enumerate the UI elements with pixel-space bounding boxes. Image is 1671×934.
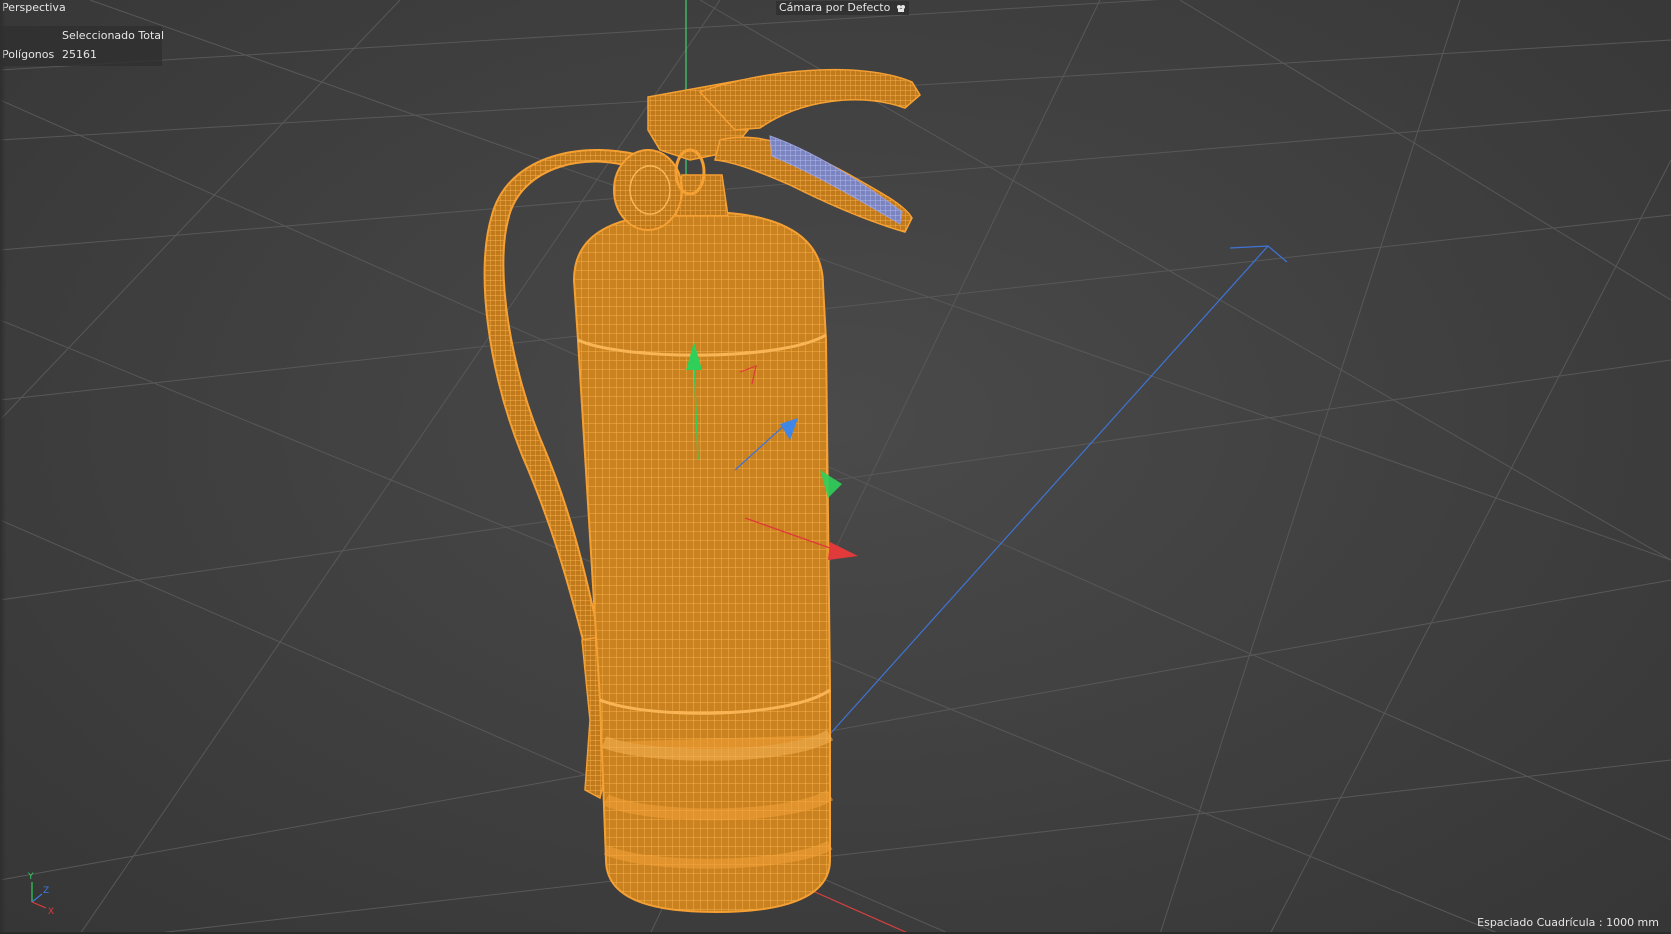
gizmo-x-handle[interactable] — [828, 542, 858, 560]
fire-extinguisher-mesh[interactable] — [483, 68, 921, 914]
axis-triad-y-label: Y — [27, 872, 34, 882]
viewport-view-name[interactable]: Perspectiva — [2, 1, 66, 15]
camera-menu[interactable]: Cámara por Defecto — [776, 1, 909, 15]
world-z-arrowhead — [1229, 245, 1288, 263]
polygon-count-label: Polígonos — [2, 48, 55, 61]
floor-grid — [0, 0, 1671, 934]
camera-icon — [896, 2, 906, 12]
grid-spacing-readout: Espaciado Cuadrícula : 1000 mm — [1477, 916, 1659, 929]
polygon-count-value: 25161 — [62, 48, 97, 61]
viewport-left-border — [0, 0, 6, 934]
axis-triad-x-label: X — [48, 907, 54, 916]
pressure-gauge[interactable] — [613, 149, 683, 231]
world-z-axis — [829, 245, 1269, 735]
info-header: Seleccionado Total — [62, 29, 165, 42]
top-lever[interactable] — [698, 68, 921, 131]
3d-viewport[interactable]: Perspectiva Cámara por Defecto Seleccion… — [0, 0, 1671, 934]
camera-label: Cámara por Defecto — [779, 1, 891, 14]
selection-info-panel: Seleccionado Total Polígonos 25161 — [0, 26, 165, 66]
axis-triad-z-label: Z — [43, 886, 49, 896]
axis-triad-icon: Y Z X — [27, 872, 54, 916]
scene-canvas[interactable] — [0, 0, 1671, 934]
